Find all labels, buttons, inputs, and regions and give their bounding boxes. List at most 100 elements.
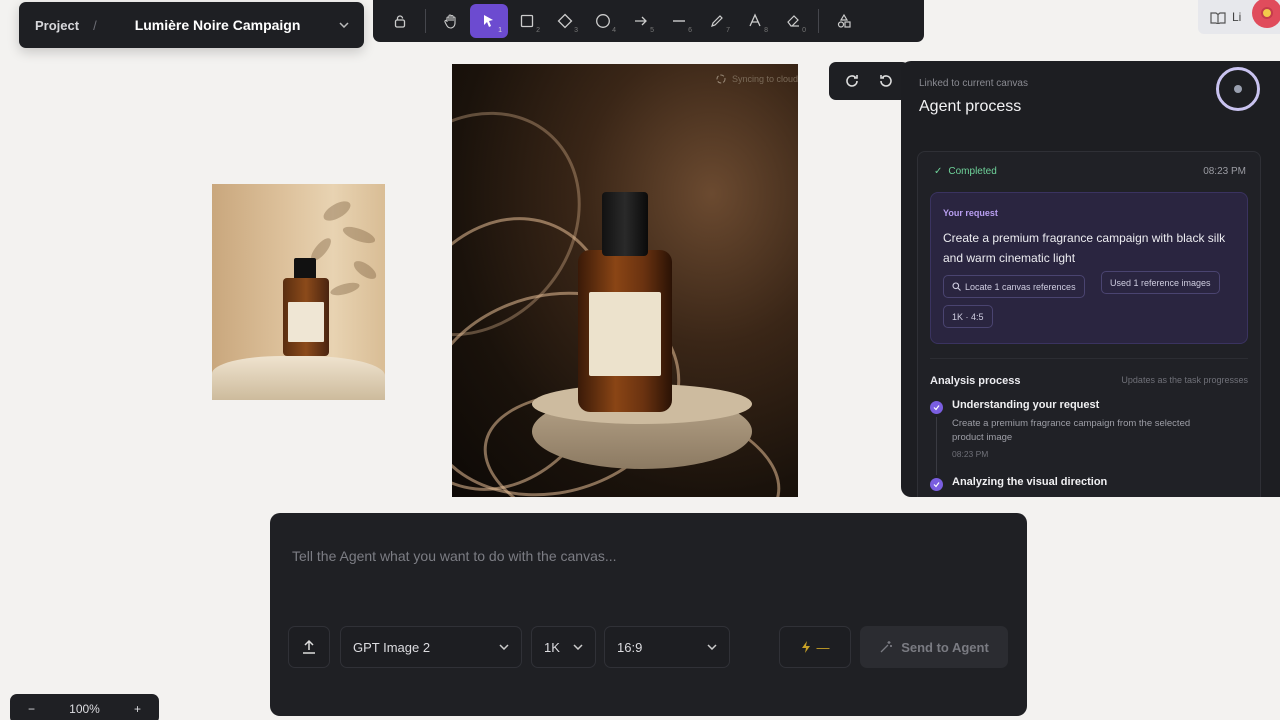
chevron-down-icon <box>707 644 717 650</box>
request-text: Create a premium fragrance campaign with… <box>943 231 1226 265</box>
rectangle-tool[interactable]: 2 <box>508 4 546 38</box>
sync-status: Syncing to cloud <box>732 74 799 84</box>
step-title: Understanding your request <box>952 399 1100 411</box>
request-card: Your request Create a premium fragrance … <box>930 192 1248 344</box>
zoom-controls: − 100% + <box>10 694 159 720</box>
chevron-down-icon <box>499 644 509 650</box>
zoom-out-button[interactable]: − <box>28 702 35 716</box>
reference-image[interactable] <box>212 184 385 400</box>
chevron-down-icon <box>573 644 583 650</box>
run-time: 08:23 PM <box>1203 166 1246 177</box>
chip-reference-images[interactable]: Used 1 reference images <box>1101 271 1220 294</box>
toolbar-divider <box>425 9 426 33</box>
agent-prompt-box: Tell the Agent what you want to do with … <box>270 513 1027 716</box>
arrow-tool[interactable]: 5 <box>622 4 660 38</box>
ratio-value: 16:9 <box>617 639 643 655</box>
eraser-shortcut: 0 <box>802 27 806 34</box>
line-tool[interactable]: 6 <box>660 4 698 38</box>
text-tool[interactable]: 8 <box>736 4 774 38</box>
upload-button[interactable] <box>288 626 330 668</box>
rectangle-icon <box>520 14 534 28</box>
upload-icon <box>303 639 315 654</box>
chip-label: Locate 1 canvas references <box>965 281 1076 292</box>
library-label: Li <box>1232 10 1242 24</box>
analysis-section: Analysis process Updates as the task pro… <box>930 358 1248 497</box>
search-icon <box>952 282 961 291</box>
step-title: Analyzing the visual direction <box>952 476 1108 488</box>
line-icon <box>673 20 685 22</box>
analysis-title: Analysis process <box>930 375 1021 387</box>
resolution-value: 1K <box>544 639 560 655</box>
shapes-icon[interactable] <box>825 4 863 38</box>
sync-icon <box>716 74 726 84</box>
lock-icon[interactable] <box>381 4 419 38</box>
line-shortcut: 6 <box>688 27 692 34</box>
undo-icon[interactable] <box>877 72 895 90</box>
history-controls <box>829 62 909 100</box>
status-badge: ✓ Completed <box>934 166 997 177</box>
diamond-shortcut: 3 <box>574 27 578 34</box>
diamond-icon <box>557 13 573 29</box>
ellipse-icon <box>596 14 610 28</box>
text-shortcut: 8 <box>764 27 768 34</box>
model-select[interactable]: GPT Image 2 <box>340 626 522 668</box>
select-tool[interactable]: 1 <box>470 4 508 38</box>
zoom-level: 100% <box>69 702 100 716</box>
chip-canvas-references[interactable]: Locate 1 canvas references <box>943 275 1085 298</box>
eraser-icon <box>787 15 799 27</box>
refresh-icon[interactable] <box>843 72 861 90</box>
pencil-shortcut: 7 <box>726 27 730 34</box>
chip-label: 1K · 4:5 <box>952 311 984 322</box>
analysis-subtitle: Updates as the task progresses <box>1121 375 1248 385</box>
agent-panel: Linked to current canvas Agent process ✓… <box>901 61 1280 497</box>
select-shortcut: 1 <box>498 27 502 34</box>
pencil-tool[interactable]: 7 <box>698 4 736 38</box>
ellipse-tool[interactable]: 4 <box>584 4 622 38</box>
project-switcher[interactable]: Project / Lumière Noire Campaign <box>19 2 364 48</box>
credits-indicator[interactable]: — <box>779 626 851 668</box>
step-description: Create a premium fragrance campaign from… <box>952 418 1191 443</box>
pencil-icon <box>711 15 723 27</box>
timeline-line <box>936 417 937 475</box>
drawing-toolbar: 1 2 3 4 5 6 7 8 0 <box>373 0 924 42</box>
hand-icon[interactable] <box>432 4 470 38</box>
eraser-tool[interactable]: 0 <box>774 4 812 38</box>
arrow-right-icon <box>635 16 647 26</box>
panel-title: Agent process <box>919 98 1022 115</box>
magic-wand-icon <box>880 641 893 653</box>
chevron-down-icon[interactable] <box>338 19 350 31</box>
zoom-in-button[interactable]: + <box>134 702 141 716</box>
text-icon <box>749 13 761 27</box>
ellipse-shortcut: 4 <box>612 27 616 34</box>
check-icon: ✓ <box>934 166 943 177</box>
status-text: Completed <box>948 166 997 177</box>
credits-value: — <box>816 639 830 655</box>
project-label: Project <box>35 17 80 33</box>
check-circle-icon <box>930 401 943 414</box>
sync-indicator: Syncing to cloud <box>716 74 798 84</box>
agent-run-card: ✓ Completed 08:23 PM Your request Create… <box>917 151 1261 497</box>
toolbar-divider <box>818 9 819 33</box>
lightning-icon <box>801 641 810 653</box>
step-time: 08:23 PM <box>952 449 989 459</box>
prompt-input[interactable]: Tell the Agent what you want to do with … <box>292 548 617 564</box>
chip-label: Used 1 reference images <box>1110 277 1211 288</box>
send-label: Send to Agent <box>901 639 989 655</box>
progress-spinner-icon <box>1216 67 1260 111</box>
linked-caption: Linked to current canvas <box>919 78 1028 89</box>
generated-image[interactable] <box>452 64 798 497</box>
chip-size-ratio[interactable]: 1K · 4:5 <box>943 305 993 328</box>
send-to-agent-button[interactable]: Send to Agent <box>860 626 1008 668</box>
arrow-shortcut: 5 <box>650 27 654 34</box>
cursor-icon <box>484 15 493 27</box>
flower-avatar[interactable] <box>1252 0 1280 28</box>
model-value: GPT Image 2 <box>353 639 431 655</box>
breadcrumb-separator: / <box>93 17 97 33</box>
check-circle-icon <box>930 478 943 491</box>
book-icon <box>1210 11 1226 24</box>
project-name: Lumière Noire Campaign <box>134 17 301 33</box>
aspect-ratio-select[interactable]: 16:9 <box>604 626 730 668</box>
diamond-tool[interactable]: 3 <box>546 4 584 38</box>
rectangle-shortcut: 2 <box>536 27 540 34</box>
resolution-select[interactable]: 1K <box>531 626 596 668</box>
